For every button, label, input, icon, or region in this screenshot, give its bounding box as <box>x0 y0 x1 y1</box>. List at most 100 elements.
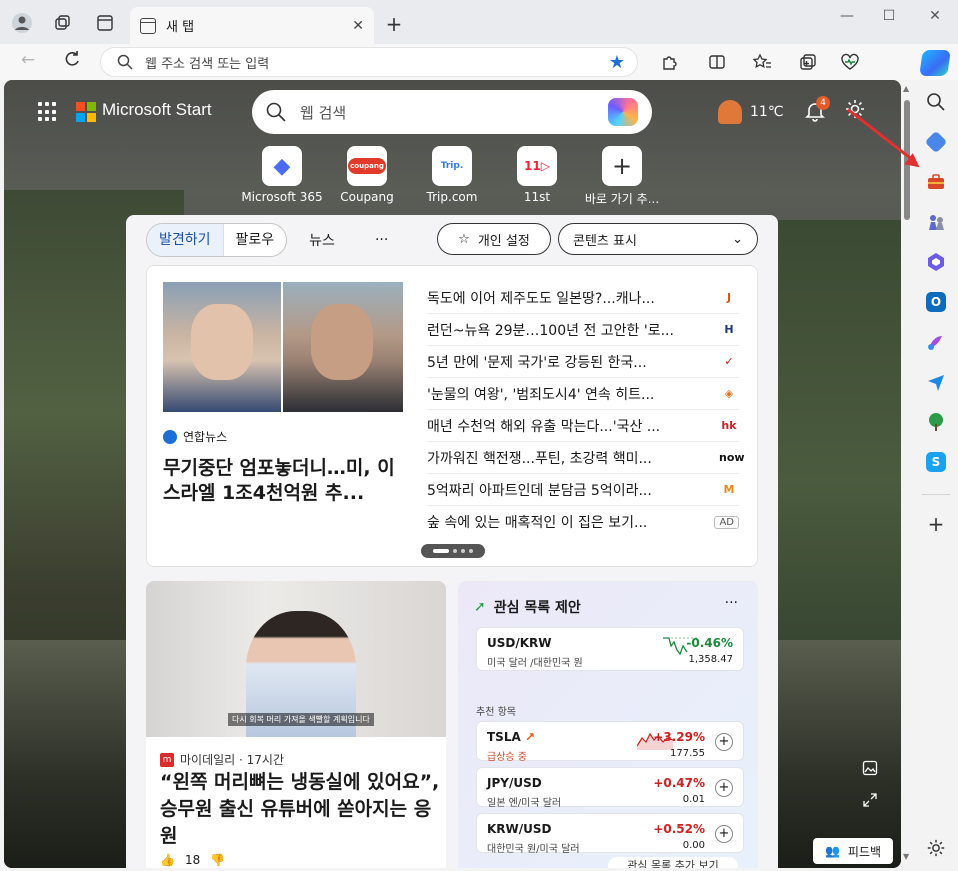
profile-icon[interactable] <box>9 10 35 36</box>
tab-following[interactable]: 팔로우 <box>224 224 287 256</box>
quote-change: +0.52% <box>653 822 705 836</box>
more-tabs-button[interactable]: ··· <box>375 232 388 248</box>
carousel-pagination[interactable] <box>421 544 485 558</box>
new-tab-button[interactable]: + <box>382 12 406 36</box>
address-bar[interactable]: 웹 주소 검색 또는 입력 ★ <box>100 47 638 77</box>
content-display-dropdown[interactable]: 콘텐츠 표시 ⌄ <box>558 223 758 255</box>
copilot-search-icon[interactable] <box>608 98 638 126</box>
headline-item[interactable]: 가까워진 핵전쟁...푸틴, 초강력 핵미... now <box>427 442 745 474</box>
weather-widget[interactable]: 11℃ <box>718 100 784 124</box>
headline-text: 5억짜리 아파트인데 분담금 5억이라... <box>427 482 652 499</box>
microsoft-logo-icon <box>76 102 96 122</box>
dislike-icon[interactable]: 👎 <box>210 853 225 867</box>
headline-item[interactable]: 5년 만에 '문제 국가'로 강등된 한국... ✓ <box>427 346 739 378</box>
headline-item[interactable]: 독도에 이어 제주도도 일본땅?...캐나... J <box>427 282 739 314</box>
quote-krw-usd[interactable]: KRW/USD 대한민국 원/미국 달러 +0.52% 0.00 + <box>476 813 744 855</box>
notification-badge: 4 <box>816 96 830 110</box>
favorites-icon[interactable] <box>750 51 774 73</box>
sidebar-designer-icon[interactable] <box>926 332 946 352</box>
like-icon[interactable]: 👍 <box>160 853 175 867</box>
extensions-icon[interactable] <box>658 51 682 73</box>
maximize-button[interactable]: ☐ <box>874 8 904 28</box>
source-logo: H <box>724 323 734 336</box>
sidebar-tree-icon[interactable] <box>926 412 946 432</box>
watchlist-more-button[interactable]: ··· <box>725 595 738 611</box>
sidebar-games-icon[interactable] <box>926 212 946 232</box>
web-search-box[interactable]: 웹 검색 <box>252 90 652 134</box>
headline-text: 런던~뉴욕 29분…100년 전 고안한 '로... <box>427 322 674 339</box>
top-story-headline[interactable]: 무기중단 엄포놓더니…미, 이스라엘 1조4천억원 추... <box>163 456 403 506</box>
fullscreen-expand-icon[interactable] <box>862 792 878 812</box>
favorite-star-icon[interactable]: ★ <box>609 52 625 73</box>
tab-actions-icon[interactable] <box>92 10 118 36</box>
top-story-image[interactable] <box>163 282 403 412</box>
watchlist-title: ➚ 관심 목록 제안 <box>474 597 581 617</box>
app-launcher-icon[interactable] <box>38 102 58 122</box>
background-image-icon[interactable] <box>862 760 878 780</box>
feedback-button[interactable]: 👥 피드백 <box>813 838 893 864</box>
headline-item[interactable]: '눈물의 여왕', '범죄도시4' 연속 히트... ◈ <box>427 378 739 410</box>
quote-subtitle: 급상승 중 <box>487 752 527 763</box>
microsoft-365-icon: ◆ <box>262 146 302 186</box>
quick-link-microsoft-365[interactable]: ◆ Microsoft 365 <box>237 146 327 204</box>
headline-item[interactable]: 런던~뉴욕 29분…100년 전 고안한 '로... H <box>427 314 739 346</box>
chart-up-icon: ➚ <box>474 599 486 615</box>
top-story-source: 연합뉴스 <box>163 428 227 445</box>
scroll-up-arrow[interactable]: ▲ <box>903 84 909 93</box>
quote-tsla[interactable]: TSLA ↗ 급상승 중 +3.29% 177.55 + <box>476 721 744 763</box>
workspaces-icon[interactable] <box>50 10 76 36</box>
sidebar-microsoft-365-icon[interactable] <box>926 252 946 272</box>
feedback-label: 피드백 <box>847 844 882 859</box>
add-to-watchlist-button[interactable]: + <box>715 733 733 751</box>
refresh-button[interactable] <box>59 50 85 74</box>
sidebar-add-icon[interactable]: + <box>926 514 946 534</box>
browser-essentials-icon[interactable] <box>838 51 862 73</box>
quick-link-add[interactable]: + 바로 가기 추... <box>577 146 667 207</box>
coupang-icon: coupang <box>347 146 387 186</box>
add-to-watchlist-button[interactable]: + <box>715 825 733 843</box>
chevron-down-icon: ⌄ <box>732 231 743 247</box>
headline-item[interactable]: 매년 수천억 해외 유출 막는다...'국산 ... hk <box>427 410 739 442</box>
sidebar-skype-icon[interactable]: S <box>926 452 946 472</box>
close-window-button[interactable]: ✕ <box>920 8 950 28</box>
like-count: 18 <box>184 853 201 867</box>
sidebar-tools-icon[interactable] <box>926 172 946 192</box>
sidebar-search-icon[interactable] <box>926 92 946 112</box>
copilot-icon[interactable] <box>919 50 951 76</box>
see-more-watchlist-button[interactable]: 관심 목록 추가 보기 <box>608 857 738 868</box>
split-screen-icon[interactable] <box>705 51 729 73</box>
quick-link-label: 바로 가기 추... <box>584 192 660 206</box>
sidebar-shopping-tag-icon[interactable] <box>924 130 948 154</box>
tab-discover[interactable]: 발견하기 <box>147 224 224 256</box>
tab-new-tab[interactable]: 새 탭 ✕ <box>130 7 374 44</box>
tab-news[interactable]: 뉴스 <box>309 230 335 250</box>
add-to-watchlist-button[interactable]: + <box>715 779 733 797</box>
source-logo: ✓ <box>724 355 734 368</box>
quick-link-trip[interactable]: Trip. Trip.com <box>407 146 497 204</box>
brand-title[interactable]: Microsoft Start <box>102 100 212 120</box>
sidebar-send-icon[interactable] <box>926 372 946 392</box>
page-scrollbar[interactable]: ▲ ▼ <box>901 80 913 868</box>
quick-link-11st[interactable]: 11▷ 11st <box>492 146 582 204</box>
quote-usd-krw[interactable]: USD/KRW 미국 달러 /대한민국 원 -0.46% 1,358.47 <box>476 627 744 671</box>
sidebar-settings-icon[interactable] <box>926 838 946 858</box>
back-button[interactable]: ← <box>15 50 41 74</box>
minimize-button[interactable]: — <box>832 8 862 28</box>
sparkle-star-icon: ☆ <box>458 231 470 247</box>
quick-link-coupang[interactable]: coupang Coupang <box>322 146 412 204</box>
headline-item-ad[interactable]: 숲 속에 있는 매혹적인 이 집은 보기... AD <box>427 506 739 538</box>
video-news-card[interactable]: 다시 회복 머리 가져올 색빨할 계획입니다 m 마이데일리 · 17시간 “왼… <box>146 581 446 868</box>
collections-icon[interactable] <box>796 51 820 73</box>
tab-title: 새 탭 <box>166 20 195 35</box>
close-tab-icon[interactable]: ✕ <box>352 18 364 34</box>
video-title[interactable]: “왼쪽 머리뼈는 냉동실에 있어요”, 승무원 출신 유튜버에 쏟아지는 응원 <box>160 769 440 850</box>
scroll-down-arrow[interactable]: ▼ <box>903 852 909 861</box>
top-story-source-name: 연합뉴스 <box>183 430 228 444</box>
personalize-button[interactable]: ☆ 개인 설정 <box>437 223 551 255</box>
headline-item[interactable]: 5억짜리 아파트인데 분담금 5억이라... M <box>427 474 739 506</box>
video-thumbnail[interactable]: 다시 회복 머리 가져올 색빨할 계획입니다 <box>146 581 446 737</box>
feed-tab-group: 발견하기 팔로우 <box>146 223 288 257</box>
quote-name: USD/KRW <box>487 636 552 650</box>
quote-jpy-usd[interactable]: JPY/USD 일본 엔/미국 달러 +0.47% 0.01 + <box>476 767 744 809</box>
sidebar-outlook-icon[interactable]: O <box>926 292 946 312</box>
